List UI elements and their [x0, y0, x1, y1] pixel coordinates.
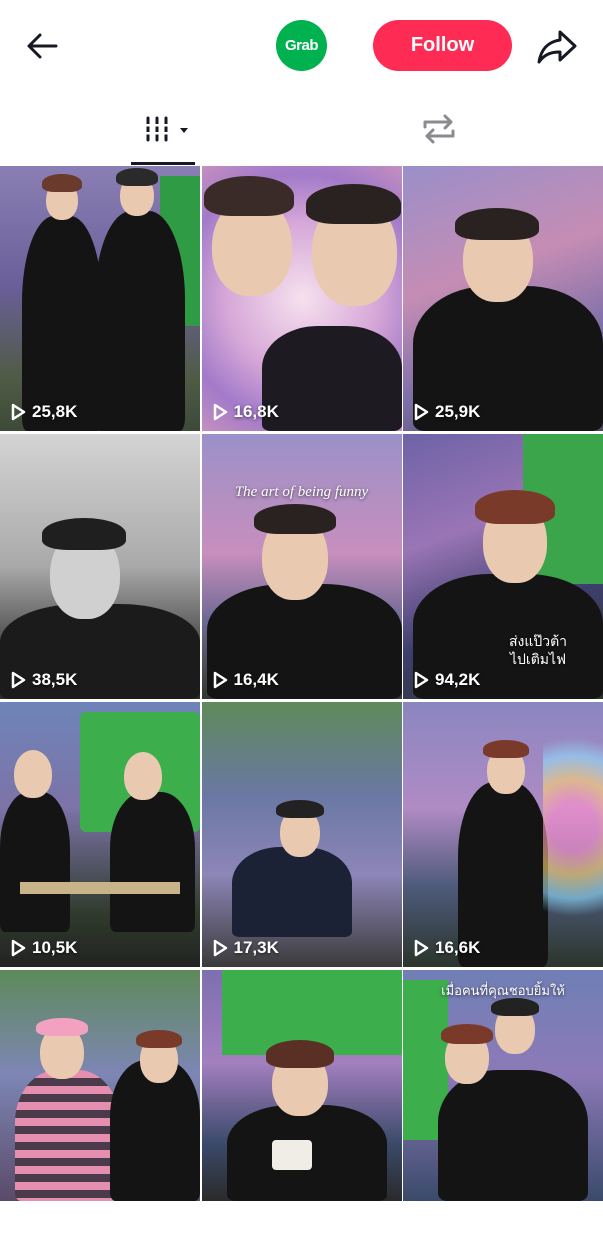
video-tile[interactable]: เมื่อคนที่คุณชอบยิ้มให้ [403, 970, 603, 1201]
view-count-text: 16,6K [435, 938, 481, 957]
view-count-text: 16,4K [233, 670, 279, 689]
arrow-left-icon [27, 33, 58, 59]
video-caption: ส่งแป๊วต้า ไปเติมไฟ [508, 633, 568, 667]
avatar-text: Grab [284, 37, 319, 54]
view-count: 16,4K [212, 670, 279, 690]
view-count-text: 10,5K [32, 938, 78, 957]
video-tile[interactable]: 17,3K [201, 702, 402, 967]
view-count: 94,2K [413, 670, 480, 690]
view-count: 38,5K [10, 670, 77, 690]
video-tile[interactable]: 16,8K [201, 166, 402, 431]
person-hair [483, 740, 529, 758]
play-icon [11, 939, 26, 957]
person-figure [22, 216, 102, 431]
video-tile[interactable]: 38,5K [0, 434, 200, 699]
person-figure [15, 1070, 120, 1201]
profile-tabs [0, 104, 603, 166]
video-tile[interactable] [201, 970, 402, 1201]
play-icon [213, 671, 227, 689]
view-count-text: 25,8K [32, 402, 78, 421]
person-figure [231, 847, 352, 937]
play-icon [414, 403, 429, 421]
video-tile[interactable]: The art of being funny 16,4K [201, 434, 402, 699]
video-tile[interactable]: 10,5K [0, 702, 200, 967]
person-hair [491, 998, 539, 1016]
view-count: 10,5K [10, 938, 77, 958]
profile-header: Grab Follow [0, 0, 603, 92]
follow-button[interactable]: Follow [373, 20, 512, 71]
person-figure [0, 792, 70, 932]
person-hair [36, 1018, 88, 1036]
view-count: 16,6K [413, 938, 480, 958]
person-hair [475, 490, 555, 524]
selected-tab-indicator [131, 162, 195, 165]
person-hair [275, 800, 324, 818]
back-button[interactable] [22, 26, 62, 66]
view-count: 16,8K [212, 402, 279, 422]
play-icon [414, 939, 429, 957]
view-count: 17,3K [212, 938, 279, 958]
person-hair [441, 1024, 493, 1044]
grid-bars-icon [145, 116, 188, 142]
person-figure [261, 326, 402, 431]
video-caption: The art of being funny [234, 484, 369, 500]
video-grid: 25,8K 16,8K 25,9K 38,5K The art of being… [0, 166, 603, 1235]
play-icon [213, 403, 227, 421]
person-figure [438, 1070, 588, 1201]
play-icon [414, 671, 429, 689]
view-count-text: 94,2K [435, 670, 481, 689]
view-count-text: 25,9K [435, 402, 481, 421]
person-hair [42, 174, 82, 192]
food-box [271, 1140, 312, 1170]
person-head [14, 750, 52, 798]
person-hair [42, 518, 126, 550]
video-tile[interactable]: ส่งแป๊วต้า ไปเติมไฟ 94,2K [403, 434, 603, 699]
share-arrow-icon [537, 30, 577, 64]
view-count-text: 17,3K [233, 938, 279, 957]
person-hair [455, 208, 539, 240]
play-icon [213, 939, 227, 957]
view-count: 25,9K [413, 402, 480, 422]
hearts-effect [543, 712, 603, 942]
grab-avatar[interactable]: Grab [276, 20, 327, 71]
view-count-text: 16,8K [233, 402, 279, 421]
play-icon [11, 671, 26, 689]
tab-reposts[interactable] [379, 104, 499, 166]
share-button[interactable] [534, 24, 580, 68]
person-figure [95, 211, 185, 431]
video-caption: เมื่อคนที่คุณชอบยิ้มให้ [441, 983, 565, 998]
play-icon [11, 403, 26, 421]
tab-videos[interactable] [109, 104, 229, 166]
video-tile[interactable]: 16,6K [403, 702, 603, 967]
video-tile[interactable]: 25,8K [0, 166, 200, 431]
view-count: 25,8K [10, 402, 77, 422]
view-count-text: 38,5K [32, 670, 78, 689]
video-tile[interactable] [0, 970, 200, 1201]
video-tile[interactable]: 25,9K [403, 166, 603, 431]
person-figure [110, 792, 195, 932]
person-hair [253, 504, 336, 534]
person-hair [305, 184, 401, 224]
repost-icon [423, 114, 455, 144]
table [20, 882, 180, 894]
person-head [124, 752, 162, 800]
person-hair [265, 1040, 334, 1068]
person-hair [116, 168, 158, 186]
person-hair [203, 176, 294, 216]
person-hair [136, 1030, 182, 1048]
